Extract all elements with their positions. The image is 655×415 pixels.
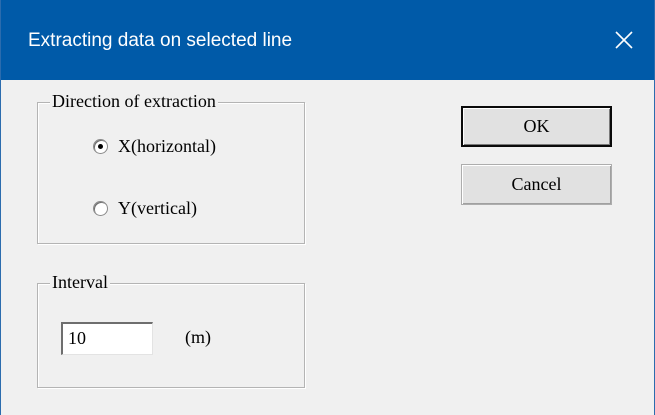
ok-button[interactable]: OK	[461, 106, 612, 147]
dialog-window: Extracting data on selected line Directi…	[0, 0, 655, 415]
radio-selected-dot	[98, 144, 103, 149]
close-button[interactable]	[594, 0, 654, 80]
close-icon	[615, 31, 633, 49]
title-bar[interactable]: Extracting data on selected line	[1, 0, 654, 80]
interval-unit-label: (m)	[185, 327, 211, 347]
cancel-button[interactable]: Cancel	[461, 164, 612, 205]
window-title: Extracting data on selected line	[28, 30, 293, 51]
radio-y-label: Y(vertical)	[118, 198, 197, 218]
radio-x-horizontal[interactable]: X(horizontal)	[93, 136, 216, 157]
radio-button-y[interactable]	[93, 201, 108, 216]
radio-button-x[interactable]	[93, 139, 108, 154]
interval-group-label: Interval	[50, 272, 110, 293]
radio-x-label: X(horizontal)	[118, 136, 216, 156]
interval-input[interactable]: 10	[61, 322, 153, 355]
direction-group-label: Direction of extraction	[50, 91, 218, 112]
radio-y-vertical[interactable]: Y(vertical)	[93, 198, 197, 219]
direction-group: Direction of extraction	[37, 91, 305, 244]
